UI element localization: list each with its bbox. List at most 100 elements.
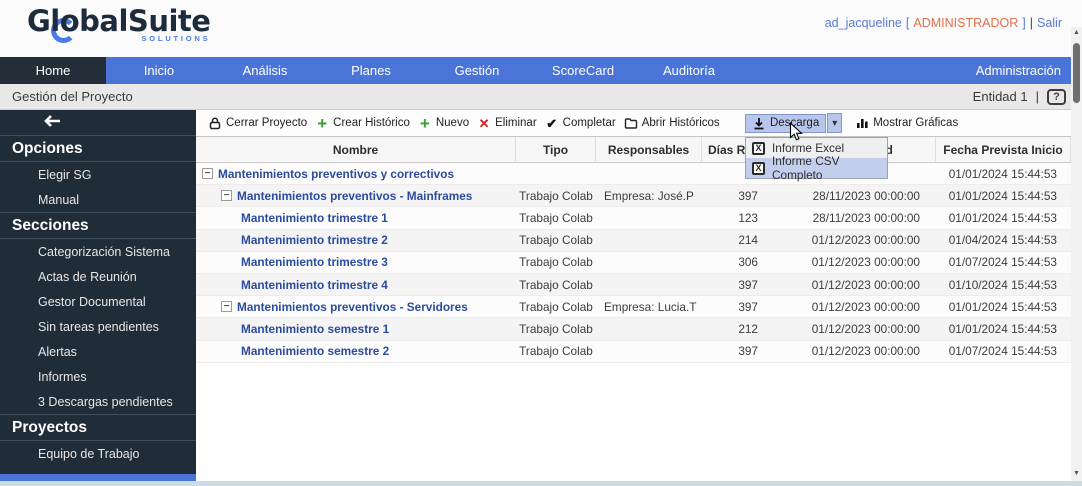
sidebar-item-elegir-sg[interactable]: Elegir SG [0, 162, 196, 187]
row-name-link[interactable]: Mantenimiento trimestre 3 [241, 255, 388, 269]
sidebar-item-alertas[interactable]: Alertas [0, 339, 196, 364]
table-row[interactable]: Mantenimiento trimestre 3 Trabajo Colab 30… [196, 252, 1071, 274]
download-dropdown: XInforme ExcelXInforme CSV Completo [745, 137, 888, 179]
cell-tipo: Trabajo Colab [516, 322, 596, 336]
sidebar-item-3-descargas-pendientes[interactable]: 3 Descargas pendientes [0, 389, 196, 414]
row-name-link[interactable]: Mantenimientos preventivos y correctivos [218, 167, 454, 181]
row-name-link[interactable]: Mantenimientos preventivos - Servidores [237, 300, 468, 314]
table-header-row: NombreTipoResponsablesDías RestantesFech… [196, 137, 1071, 163]
cell-dias: 212 [702, 322, 762, 336]
role-label: ADMINISTRADOR [913, 16, 1018, 30]
scrollbar-thumb[interactable] [1073, 43, 1080, 103]
cell-inicio: 01/04/2024 15:44:53 [936, 233, 1071, 247]
column-header-fecha-prevista-inicio[interactable]: Fecha Prevista Inicio [936, 137, 1071, 162]
cell-nombre: Mantenimiento trimestre 2 [196, 233, 516, 247]
scroll-up-icon[interactable]: ▲ [1071, 29, 1082, 36]
username-label: ad_jacqueline [825, 16, 902, 30]
bar-chart-icon [855, 117, 869, 129]
table-row[interactable]: −Mantenimientos preventivos y correctivo… [196, 163, 1071, 185]
sidebar-item-equipo-de-trabajo[interactable]: Equipo de Trabajo [0, 441, 196, 466]
crear-historico-label: Crear Histórico [333, 117, 410, 129]
collapse-toggle-icon[interactable]: − [221, 301, 232, 312]
sidebar-item-sin-tareas-pendientes[interactable]: Sin tareas pendientes [0, 314, 196, 339]
sidebar-section-opciones: Opciones [0, 135, 196, 162]
row-name-link[interactable]: Mantenimiento trimestre 1 [241, 211, 388, 225]
nav-tab-auditoria[interactable]: Auditoría [636, 57, 742, 84]
sidebar-sections: OpcionesElegir SGManualSeccionesCategori… [0, 135, 196, 466]
logout-link[interactable]: Salir [1037, 16, 1062, 30]
cell-solicitud: 01/12/2023 00:00:00 [762, 278, 936, 292]
horizontal-scrollbar[interactable] [0, 481, 1082, 486]
dropdown-item-informe-csv-completo[interactable]: XInforme CSV Completo [746, 158, 887, 178]
nuevo-button[interactable]: +Nuevo [414, 115, 473, 131]
toolbar: Cerrar Proyecto +Crear Histórico+Nuevo✕El… [196, 110, 1071, 137]
nav-tab-planes[interactable]: Planes [318, 57, 424, 84]
table-row[interactable]: Mantenimiento trimestre 4 Trabajo Colab 39… [196, 274, 1071, 296]
cell-tipo: Trabajo Colab [516, 278, 596, 292]
cerrar-proyecto-button[interactable]: Cerrar Proyecto [204, 115, 311, 132]
collapse-toggle-icon[interactable]: − [221, 190, 232, 201]
column-header-tipo[interactable]: Tipo [516, 137, 596, 162]
cell-nombre: Mantenimiento semestre 1 [196, 322, 516, 336]
nav-tab-inicio[interactable]: Inicio [106, 57, 212, 84]
cell-dias: 397 [702, 300, 762, 314]
cell-dias: 306 [702, 255, 762, 269]
cell-nombre: −Mantenimientos preventivos - Servidores [196, 300, 516, 314]
download-caret-button[interactable]: ▾ [827, 113, 842, 133]
sidebar-back-button[interactable] [0, 110, 196, 135]
nav-tab-scorecard[interactable]: ScoreCard [530, 57, 636, 84]
cell-solicitud: 01/12/2023 00:00:00 [762, 300, 936, 314]
bracket-close: ] [1022, 16, 1025, 30]
scroll-down-icon[interactable]: ▼ [1071, 470, 1082, 477]
table-row[interactable]: Mantenimiento trimestre 1 Trabajo Colab 12… [196, 207, 1071, 229]
table-row[interactable]: Mantenimiento semestre 1 Trabajo Colab 212… [196, 318, 1071, 340]
navbar-tabs: HomeInicioAnálisisPlanesGestiónScoreCard… [0, 57, 742, 84]
row-name-link[interactable]: Mantenimiento semestre 1 [241, 322, 389, 336]
nav-tab-gestion[interactable]: Gestión [424, 57, 530, 84]
row-name-link[interactable]: Mantenimiento trimestre 4 [241, 278, 388, 292]
dropdown-item-label: Informe CSV Completo [772, 154, 887, 182]
sidebar-item-categorizacion-sistema[interactable]: Categorización Sistema [0, 239, 196, 264]
sidebar-item-gestor-documental[interactable]: Gestor Documental [0, 289, 196, 314]
cerrar-proyecto-label: Cerrar Proyecto [226, 117, 307, 129]
table-row[interactable]: −Mantenimientos preventivos - Mainframes… [196, 185, 1071, 207]
mostrar-graficas-button[interactable]: Mostrar Gráficas [851, 115, 962, 131]
sidebar-item-manual[interactable]: Manual [0, 187, 196, 212]
row-name-link[interactable]: Mantenimiento trimestre 2 [241, 233, 388, 247]
main-content: Cerrar Proyecto +Crear Histórico+Nuevo✕El… [196, 110, 1071, 481]
cell-dias: 397 [702, 278, 762, 292]
nav-tab-analisis[interactable]: Análisis [212, 57, 318, 84]
row-name-link[interactable]: Mantenimiento semestre 2 [241, 344, 389, 358]
user-info: ad_jacqueline [ ADMINISTRADOR ] | Salir [825, 16, 1062, 30]
nav-tab-administracion[interactable]: Administración [955, 57, 1082, 84]
cell-responsables: Empresa: Lucia.T [596, 300, 702, 314]
cell-solicitud: 28/11/2023 00:00:00 [762, 189, 936, 203]
nuevo-label: Nuevo [436, 117, 469, 129]
cell-tipo: Trabajo Colab [516, 211, 596, 225]
completar-button[interactable]: ✔Completar [541, 115, 620, 131]
help-icon[interactable]: ? [1047, 89, 1066, 105]
vertical-scrollbar[interactable]: ▲ ▼ [1071, 27, 1082, 481]
collapse-toggle-icon[interactable]: − [202, 168, 213, 179]
toolbar-download-group: Descarga▾ Mostrar Gráficas [745, 113, 962, 133]
column-header-responsables[interactable]: Responsables [596, 137, 702, 162]
entity-divider: | [1036, 89, 1039, 104]
cell-responsables: Empresa: José.P [596, 189, 702, 203]
sidebar-item-informes[interactable]: Informes [0, 364, 196, 389]
column-header-nombre[interactable]: Nombre [196, 137, 516, 162]
cell-tipo: Trabajo Colab [516, 344, 596, 358]
mostrar-graficas-label: Mostrar Gráficas [873, 117, 958, 129]
row-name-link[interactable]: Mantenimientos preventivos - Mainframes [237, 189, 472, 203]
table-row[interactable]: −Mantenimientos preventivos - Servidores… [196, 296, 1071, 318]
descarga-button[interactable]: Descarga [745, 114, 826, 133]
crear-historico-button[interactable]: +Crear Histórico [311, 115, 414, 131]
eliminar-button[interactable]: ✕Eliminar [473, 115, 541, 131]
cell-tipo: Trabajo Colab [516, 255, 596, 269]
table-row[interactable]: Mantenimiento semestre 2Trabajo Colab397… [196, 341, 1071, 363]
table-row[interactable]: Mantenimiento trimestre 2Trabajo Colab21… [196, 230, 1071, 252]
abrir-historicos-button[interactable]: Abrir Históricos [620, 115, 724, 131]
nav-tab-home[interactable]: Home [0, 57, 106, 84]
cell-solicitud: 28/11/2023 00:00:00 [762, 211, 936, 225]
cell-dias: 123 [702, 211, 762, 225]
sidebar-item-actas-de-reunion[interactable]: Actas de Reunión [0, 264, 196, 289]
